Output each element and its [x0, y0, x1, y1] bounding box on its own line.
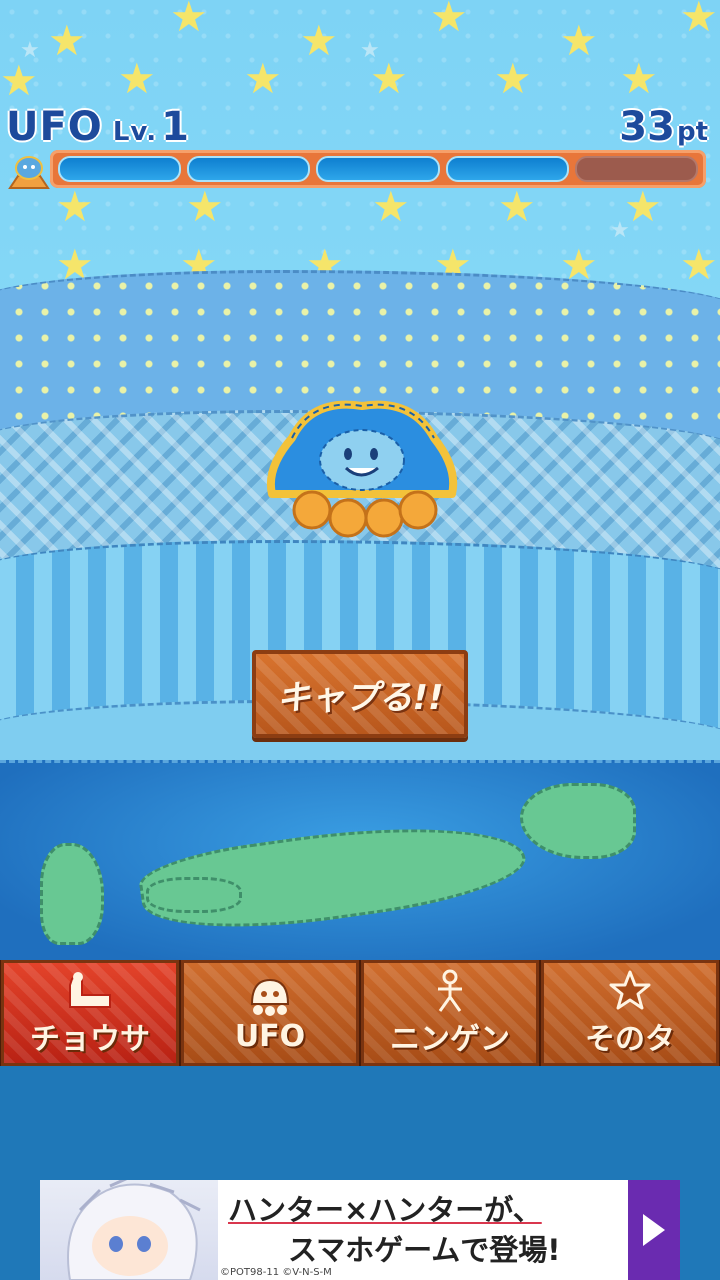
tab-label: チョウサ	[30, 1022, 150, 1057]
level-label: Lv.	[112, 117, 158, 147]
island-hokkaido	[520, 783, 636, 859]
tab-ufo[interactable]: UFO	[181, 960, 359, 1066]
ad-copyright: ©POT98-11 ©V-N-S-M	[220, 1267, 332, 1278]
character-level-display: UFO Lv. 1	[6, 104, 190, 150]
tab-label: そのタ	[585, 1022, 675, 1057]
star-decoration: ★	[620, 54, 658, 103]
star-decoration: ★	[118, 54, 156, 103]
island-honshu	[135, 806, 531, 946]
points-unit: pt	[676, 117, 708, 147]
star-decoration: ★	[244, 54, 282, 103]
star-decoration: ★	[360, 38, 380, 63]
star-decoration: ★	[498, 182, 536, 231]
tab-ningen[interactable]: ニンゲン	[361, 960, 539, 1066]
ad-text-block: ハンター×ハンターが、 スマホゲームで登場!	[218, 1180, 628, 1280]
ad-subline: スマホゲームで登場!	[288, 1233, 561, 1267]
tab-label: UFO	[234, 1018, 306, 1054]
sofa-icon	[64, 968, 116, 1014]
ad-banner[interactable]: ハンター×ハンターが、 スマホゲームで登場! ©POT98-11 ©V-N-S-…	[40, 1180, 680, 1280]
ufo-character[interactable]	[262, 398, 462, 548]
person-icon	[430, 968, 470, 1014]
star-decoration: ★	[370, 54, 408, 103]
star-decoration: ★	[170, 0, 208, 41]
points-value: 33	[619, 104, 675, 150]
ad-character-image	[40, 1180, 218, 1280]
level-value: 1	[161, 104, 190, 150]
star-decoration: ★	[494, 54, 532, 103]
star-decoration: ★	[186, 182, 224, 231]
ad-play-arrow-icon[interactable]	[628, 1180, 680, 1280]
tab-label: ニンゲン	[390, 1022, 510, 1057]
island-shikoku	[146, 877, 242, 913]
progress-segment-empty	[574, 156, 699, 182]
progress-segment-filled	[316, 156, 440, 182]
star-decoration: ★	[0, 56, 38, 105]
star-icon	[608, 968, 652, 1014]
star-decoration: ★	[48, 16, 86, 65]
tab-sonota[interactable]: そのタ	[541, 960, 719, 1066]
star-decoration: ★	[300, 16, 338, 65]
star-decoration: ★	[610, 218, 630, 243]
ufo-icon	[244, 973, 296, 1019]
star-decoration: ★	[372, 182, 410, 231]
star-decoration: ★	[560, 16, 598, 65]
ufo-level-icon	[8, 156, 50, 189]
level-progress-bar	[50, 150, 706, 188]
ad-headline: ハンター×ハンターが、	[228, 1193, 542, 1227]
star-decoration: ★	[56, 182, 94, 231]
points-display: 33pt	[619, 104, 708, 150]
progress-segment-filled	[58, 156, 182, 182]
ocean-map	[0, 760, 720, 963]
star-decoration: ★	[680, 240, 718, 289]
tab-chousa[interactable]: チョウサ	[1, 960, 179, 1066]
character-name: UFO	[6, 104, 103, 150]
star-decoration: ★	[430, 0, 468, 41]
island-kyushu	[40, 843, 104, 945]
bottom-tab-bar: チョウサ UFO ニンゲン そのタ	[0, 960, 720, 1066]
progress-segment-filled	[187, 156, 311, 182]
capture-button[interactable]: キャプる!!	[252, 650, 468, 738]
progress-segment-filled	[445, 156, 569, 182]
star-decoration: ★	[20, 38, 40, 63]
star-decoration: ★	[680, 0, 718, 41]
